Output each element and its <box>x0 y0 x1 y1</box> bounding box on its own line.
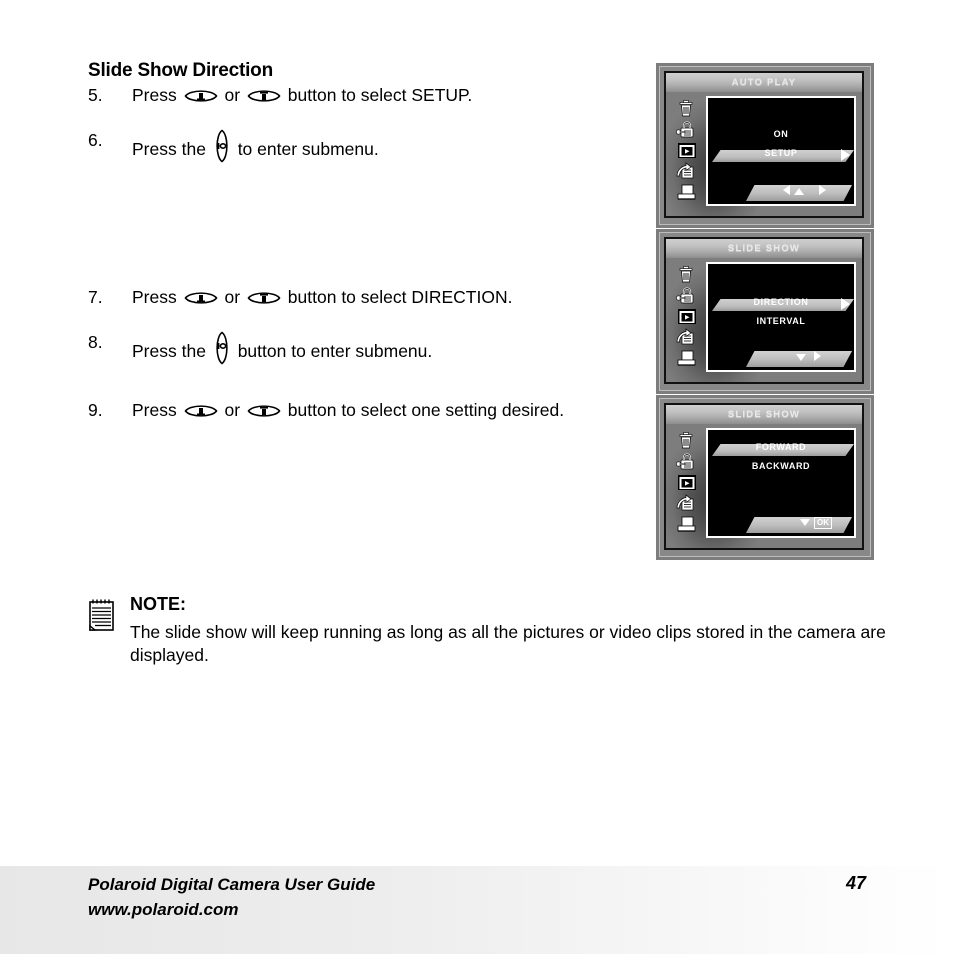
menu-item-forward[interactable]: FORWARD <box>708 442 854 452</box>
up-down-button-icon <box>247 290 281 306</box>
up-down-button-icon <box>247 88 281 104</box>
step-9-text-before: Press <box>132 400 177 420</box>
lock-icon[interactable] <box>674 286 700 305</box>
menu-item-setup[interactable]: SETUP <box>708 148 854 158</box>
step-5: 5. Press or button to select SETUP. <box>88 84 648 106</box>
right-button-icon <box>212 331 232 365</box>
step-5-number: 5. <box>88 85 103 105</box>
footer-website: www.polaroid.com <box>88 900 239 919</box>
lcd-inner-2: SLIDE SHOW DIRECTION INTERVAL <box>664 237 864 384</box>
step-5-text-after: button to select SETUP. <box>287 85 473 105</box>
step-8-text-after: button to enter submenu. <box>237 341 433 361</box>
lcd-inner-3: SLIDE SHOW FORWARD BACKWARD OK <box>664 403 864 550</box>
step-5-text-middle: or <box>224 85 241 105</box>
lcd-menu-screen-3: FORWARD BACKWARD OK <box>706 428 856 538</box>
lcd-title-2: SLIDE SHOW <box>666 239 862 258</box>
step-9-number: 9. <box>88 400 103 420</box>
nav-down-triangle-icon <box>800 519 810 526</box>
up-down-button-icon <box>247 403 281 419</box>
note-body: The slide show will keep running as long… <box>130 622 886 665</box>
note-title: NOTE: <box>130 594 186 614</box>
step-9: 9. Press or button to select one setting… <box>88 399 588 421</box>
step-9-text-after: button to select one setting desired. <box>287 400 565 420</box>
lcd-title-1: AUTO PLAY <box>666 73 862 92</box>
trash-icon[interactable] <box>674 99 700 118</box>
lcd-panel-slide-show-menu: SLIDE SHOW DIRECTION INTERVAL <box>656 229 874 394</box>
print-icon[interactable] <box>674 515 700 534</box>
menu-item-backward[interactable]: BACKWARD <box>708 461 854 471</box>
nav-right-triangle-icon <box>814 351 821 361</box>
nav-down-triangle-icon <box>796 354 806 361</box>
ok-badge[interactable]: OK <box>814 517 832 529</box>
menu-item-direction[interactable]: DIRECTION <box>708 297 854 307</box>
transfer-icon[interactable] <box>674 328 700 347</box>
up-down-button-icon <box>184 290 218 306</box>
nav-up-triangle-icon <box>794 188 804 195</box>
menu-item-on[interactable]: ON <box>708 129 854 139</box>
trash-icon[interactable] <box>674 431 700 450</box>
up-down-button-icon <box>184 88 218 104</box>
step-9-text-middle: or <box>224 400 241 420</box>
lcd-sidebar-icons-3 <box>674 431 704 536</box>
lcd-panel-auto-play: AUTO PLAY ON SETUP <box>656 63 874 228</box>
lock-icon[interactable] <box>674 452 700 471</box>
playback-icon[interactable] <box>674 307 700 326</box>
step-6: 6. Press the to enter submenu. <box>88 129 648 163</box>
footer-guide-title: Polaroid Digital Camera User Guide <box>88 875 376 894</box>
step-7-number: 7. <box>88 287 103 307</box>
lcd-title-3: SLIDE SHOW <box>666 405 862 424</box>
selection-right-arrow-icon <box>841 298 850 310</box>
page-title: Slide Show Direction <box>88 60 273 81</box>
transfer-icon[interactable] <box>674 162 700 181</box>
step-7-text-middle: or <box>224 287 241 307</box>
lcd-sidebar-icons-1 <box>674 99 704 204</box>
nav-left-triangle-icon <box>783 185 790 195</box>
up-down-button-icon <box>184 403 218 419</box>
print-icon[interactable] <box>674 183 700 202</box>
playback-icon[interactable] <box>674 141 700 160</box>
lcd-sidebar-icons-2 <box>674 265 704 370</box>
menu-item-interval[interactable]: INTERVAL <box>708 316 854 326</box>
nav-right-triangle-icon <box>819 185 826 195</box>
selection-right-arrow-icon <box>841 149 850 161</box>
step-8: 8. Press the button to enter submenu. <box>88 331 648 365</box>
transfer-icon[interactable] <box>674 494 700 513</box>
playback-icon[interactable] <box>674 473 700 492</box>
print-icon[interactable] <box>674 349 700 368</box>
lcd-panel-slide-show-direction: SLIDE SHOW FORWARD BACKWARD OK <box>656 395 874 560</box>
step-8-text-before: Press the <box>132 341 206 361</box>
page-footer: Polaroid Digital Camera User Guide www.p… <box>0 866 954 954</box>
step-8-number: 8. <box>88 332 103 352</box>
right-button-icon <box>212 129 232 163</box>
notepad-icon <box>88 598 118 634</box>
nav-shelf-3 <box>746 517 852 533</box>
lock-icon[interactable] <box>674 120 700 139</box>
trash-icon[interactable] <box>674 265 700 284</box>
page-content: Slide Show Direction 5. Press or button … <box>0 0 954 954</box>
step-7-text-after: button to select DIRECTION. <box>287 287 513 307</box>
step-6-text-after: to enter submenu. <box>237 139 379 159</box>
step-6-number: 6. <box>88 130 103 150</box>
step-5-text-before: Press <box>132 85 177 105</box>
step-7-text-before: Press <box>132 287 177 307</box>
step-6-text-before: Press the <box>132 139 206 159</box>
page-number: 47 <box>845 873 866 893</box>
step-7: 7. Press or button to select DIRECTION. <box>88 286 648 308</box>
lcd-menu-screen-2: DIRECTION INTERVAL <box>706 262 856 372</box>
lcd-menu-screen-1: ON SETUP <box>706 96 856 206</box>
lcd-inner-1: AUTO PLAY ON SETUP <box>664 71 864 218</box>
